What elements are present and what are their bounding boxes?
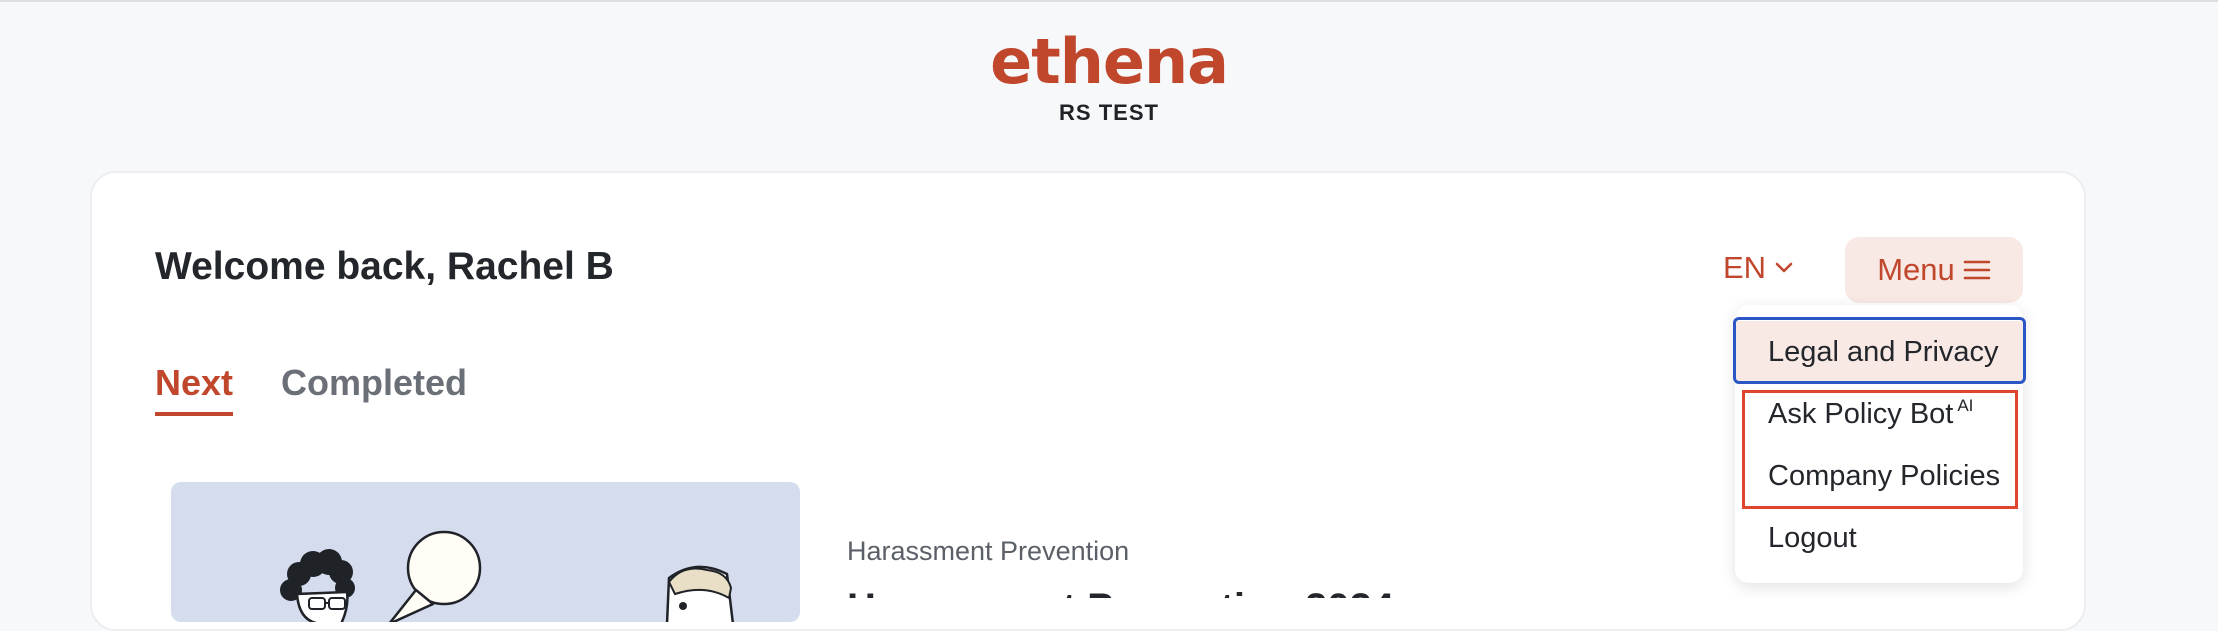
course-category: Harassment Prevention	[847, 536, 1130, 566]
menu-item-label: Ask Policy Bot	[1768, 397, 1954, 430]
menu-dropdown: Legal and Privacy Ask Policy Bot AI Comp…	[1735, 305, 2023, 583]
menu-button-label: Menu	[1877, 252, 1955, 287]
menu-item-label: Legal and Privacy	[1768, 335, 1999, 368]
course-thumbnail[interactable]	[171, 482, 800, 622]
menu-item-label: Company Policies	[1768, 459, 2001, 492]
course-title-container: Harassment Prevention 2024	[847, 588, 1447, 598]
menu-item-company-policies[interactable]: Company Policies	[1735, 445, 2023, 507]
ai-badge: AI	[1957, 396, 1974, 415]
organization-name: RS TEST	[1059, 100, 1159, 125]
menu-item-ask-policy-bot[interactable]: Ask Policy Bot AI	[1735, 383, 2023, 445]
tab-next[interactable]: Next	[155, 362, 234, 416]
tab-completed[interactable]: Completed	[281, 362, 467, 416]
language-selector[interactable]: EN	[1723, 250, 1794, 286]
course-title[interactable]: Harassment Prevention 2024	[847, 588, 1447, 598]
ethena-logo: ethena	[990, 25, 1229, 98]
chevron-down-icon	[1775, 262, 1793, 273]
top-border	[0, 0, 2218, 2]
course-illustration	[280, 530, 735, 622]
menu-item-logout[interactable]: Logout	[1735, 507, 2023, 569]
welcome-heading: Welcome back, Rachel B	[155, 245, 614, 288]
menu-item-label: Logout	[1768, 521, 1857, 554]
language-label: EN	[1723, 250, 1767, 285]
hamburger-icon	[1963, 260, 1991, 280]
menu-button[interactable]: Menu	[1845, 237, 2023, 303]
course-tabs: Next Completed	[155, 362, 467, 416]
menu-item-legal-and-privacy[interactable]: Legal and Privacy	[1735, 321, 2023, 383]
